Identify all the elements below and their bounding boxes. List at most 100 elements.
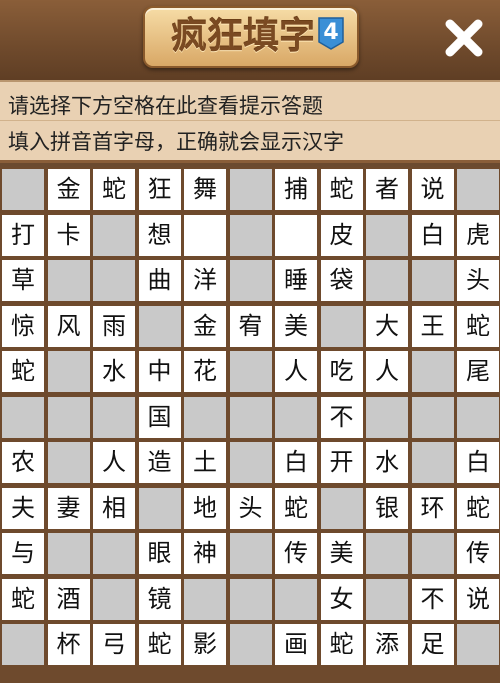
grid-cell-empty[interactable]: [93, 533, 135, 574]
grid-cell-empty[interactable]: [93, 260, 135, 301]
grid-cell[interactable]: 夫: [2, 487, 44, 529]
grid-cell[interactable]: 风: [47, 305, 90, 347]
grid-cell-empty[interactable]: [47, 396, 90, 438]
grid-cell[interactable]: 头: [229, 487, 272, 529]
grid-cell[interactable]: 宥: [229, 305, 272, 347]
grid-cell[interactable]: 皮: [320, 214, 363, 256]
grid-cell[interactable]: 不: [320, 396, 363, 438]
grid-cell[interactable]: 舞: [184, 169, 226, 210]
grid-cell-empty[interactable]: [411, 533, 454, 574]
grid-cell[interactable]: 说: [411, 169, 454, 210]
grid-cell-empty[interactable]: [229, 214, 272, 256]
grid-cell[interactable]: 环: [411, 487, 454, 529]
grid-cell-empty[interactable]: [184, 578, 226, 620]
grid-cell[interactable]: 传: [457, 533, 499, 574]
grid-cell-empty[interactable]: [366, 578, 408, 620]
grid-cell[interactable]: 人: [93, 442, 135, 483]
grid-cell[interactable]: 白: [275, 442, 317, 483]
grid-cell[interactable]: 曲: [138, 260, 181, 301]
grid-cell[interactable]: 王: [411, 305, 454, 347]
grid-cell-empty[interactable]: [47, 442, 90, 483]
grid-cell[interactable]: 蛇: [275, 487, 317, 529]
grid-cell[interactable]: 水: [366, 442, 408, 483]
grid-cell[interactable]: 蛇: [93, 169, 135, 210]
grid-cell[interactable]: 添: [366, 624, 408, 665]
grid-cell[interactable]: 捕: [275, 169, 317, 210]
grid-cell[interactable]: 中: [138, 351, 181, 392]
grid-cell[interactable]: 花: [184, 351, 226, 392]
grid-cell-empty[interactable]: [366, 396, 408, 438]
grid-cell[interactable]: 传: [275, 533, 317, 574]
grid-cell[interactable]: 水: [93, 351, 135, 392]
grid-cell-empty[interactable]: [229, 578, 272, 620]
grid-cell[interactable]: 蛇: [457, 305, 499, 347]
grid-cell-empty[interactable]: [2, 169, 44, 210]
grid-cell-empty[interactable]: [320, 487, 363, 529]
grid-cell[interactable]: 不: [411, 578, 454, 620]
grid-cell-empty[interactable]: [93, 396, 135, 438]
grid-cell[interactable]: 白: [411, 214, 454, 256]
grid-cell-empty[interactable]: [229, 624, 272, 665]
grid-cell[interactable]: 杯: [47, 624, 90, 665]
grid-cell-empty[interactable]: [2, 624, 44, 665]
grid-cell-empty[interactable]: [93, 578, 135, 620]
grid-cell-empty[interactable]: [275, 396, 317, 438]
grid-cell[interactable]: 卡: [47, 214, 90, 256]
grid-cell[interactable]: 蛇: [457, 487, 499, 529]
grid-cell[interactable]: 美: [275, 305, 317, 347]
grid-cell[interactable]: 弓: [93, 624, 135, 665]
grid-cell[interactable]: 农: [2, 442, 44, 483]
grid-cell[interactable]: 蛇: [2, 578, 44, 620]
grid-cell-empty[interactable]: [2, 396, 44, 438]
grid-cell[interactable]: 土: [184, 442, 226, 483]
grid-cell[interactable]: 者: [366, 169, 408, 210]
grid-cell[interactable]: 说: [457, 578, 499, 620]
grid-cell[interactable]: [275, 214, 317, 256]
grid-cell[interactable]: 相: [93, 487, 135, 529]
grid-cell-empty[interactable]: [457, 169, 499, 210]
grid-cell[interactable]: 眼: [138, 533, 181, 574]
grid-cell[interactable]: 蛇: [320, 169, 363, 210]
grid-cell[interactable]: 蛇: [138, 624, 181, 665]
grid-cell-empty[interactable]: [366, 260, 408, 301]
grid-cell[interactable]: 镜: [138, 578, 181, 620]
grid-cell[interactable]: 洋: [184, 260, 226, 301]
grid-cell-empty[interactable]: [457, 624, 499, 665]
grid-cell-empty[interactable]: [275, 578, 317, 620]
grid-cell-empty[interactable]: [411, 442, 454, 483]
grid-cell[interactable]: 袋: [320, 260, 363, 301]
grid-cell-empty[interactable]: [47, 351, 90, 392]
grid-cell[interactable]: 画: [275, 624, 317, 665]
grid-cell[interactable]: 金: [47, 169, 90, 210]
grid-cell[interactable]: 国: [138, 396, 181, 438]
grid-cell[interactable]: 银: [366, 487, 408, 529]
grid-cell[interactable]: 大: [366, 305, 408, 347]
grid-cell[interactable]: 惊: [2, 305, 44, 347]
grid-cell[interactable]: 蛇: [2, 351, 44, 392]
grid-cell-empty[interactable]: [229, 351, 272, 392]
grid-cell-empty[interactable]: [138, 487, 181, 529]
grid-cell[interactable]: 白: [457, 442, 499, 483]
grid-cell[interactable]: 草: [2, 260, 44, 301]
grid-cell[interactable]: 金: [184, 305, 226, 347]
grid-cell[interactable]: 蛇: [320, 624, 363, 665]
grid-cell[interactable]: 酒: [47, 578, 90, 620]
grid-cell[interactable]: 地: [184, 487, 226, 529]
grid-cell[interactable]: 睡: [275, 260, 317, 301]
grid-cell[interactable]: 人: [366, 351, 408, 392]
grid-cell[interactable]: 雨: [93, 305, 135, 347]
grid-cell[interactable]: 足: [411, 624, 454, 665]
grid-cell[interactable]: 造: [138, 442, 181, 483]
grid-cell[interactable]: 头: [457, 260, 499, 301]
grid-cell[interactable]: [184, 214, 226, 256]
grid-cell-empty[interactable]: [47, 533, 90, 574]
grid-cell[interactable]: 尾: [457, 351, 499, 392]
grid-cell-empty[interactable]: [229, 260, 272, 301]
grid-cell[interactable]: 女: [320, 578, 363, 620]
grid-cell-empty[interactable]: [47, 260, 90, 301]
grid-cell-empty[interactable]: [411, 396, 454, 438]
grid-cell-empty[interactable]: [138, 305, 181, 347]
grid-cell-empty[interactable]: [229, 533, 272, 574]
grid-cell[interactable]: 狂: [138, 169, 181, 210]
grid-cell-empty[interactable]: [411, 260, 454, 301]
